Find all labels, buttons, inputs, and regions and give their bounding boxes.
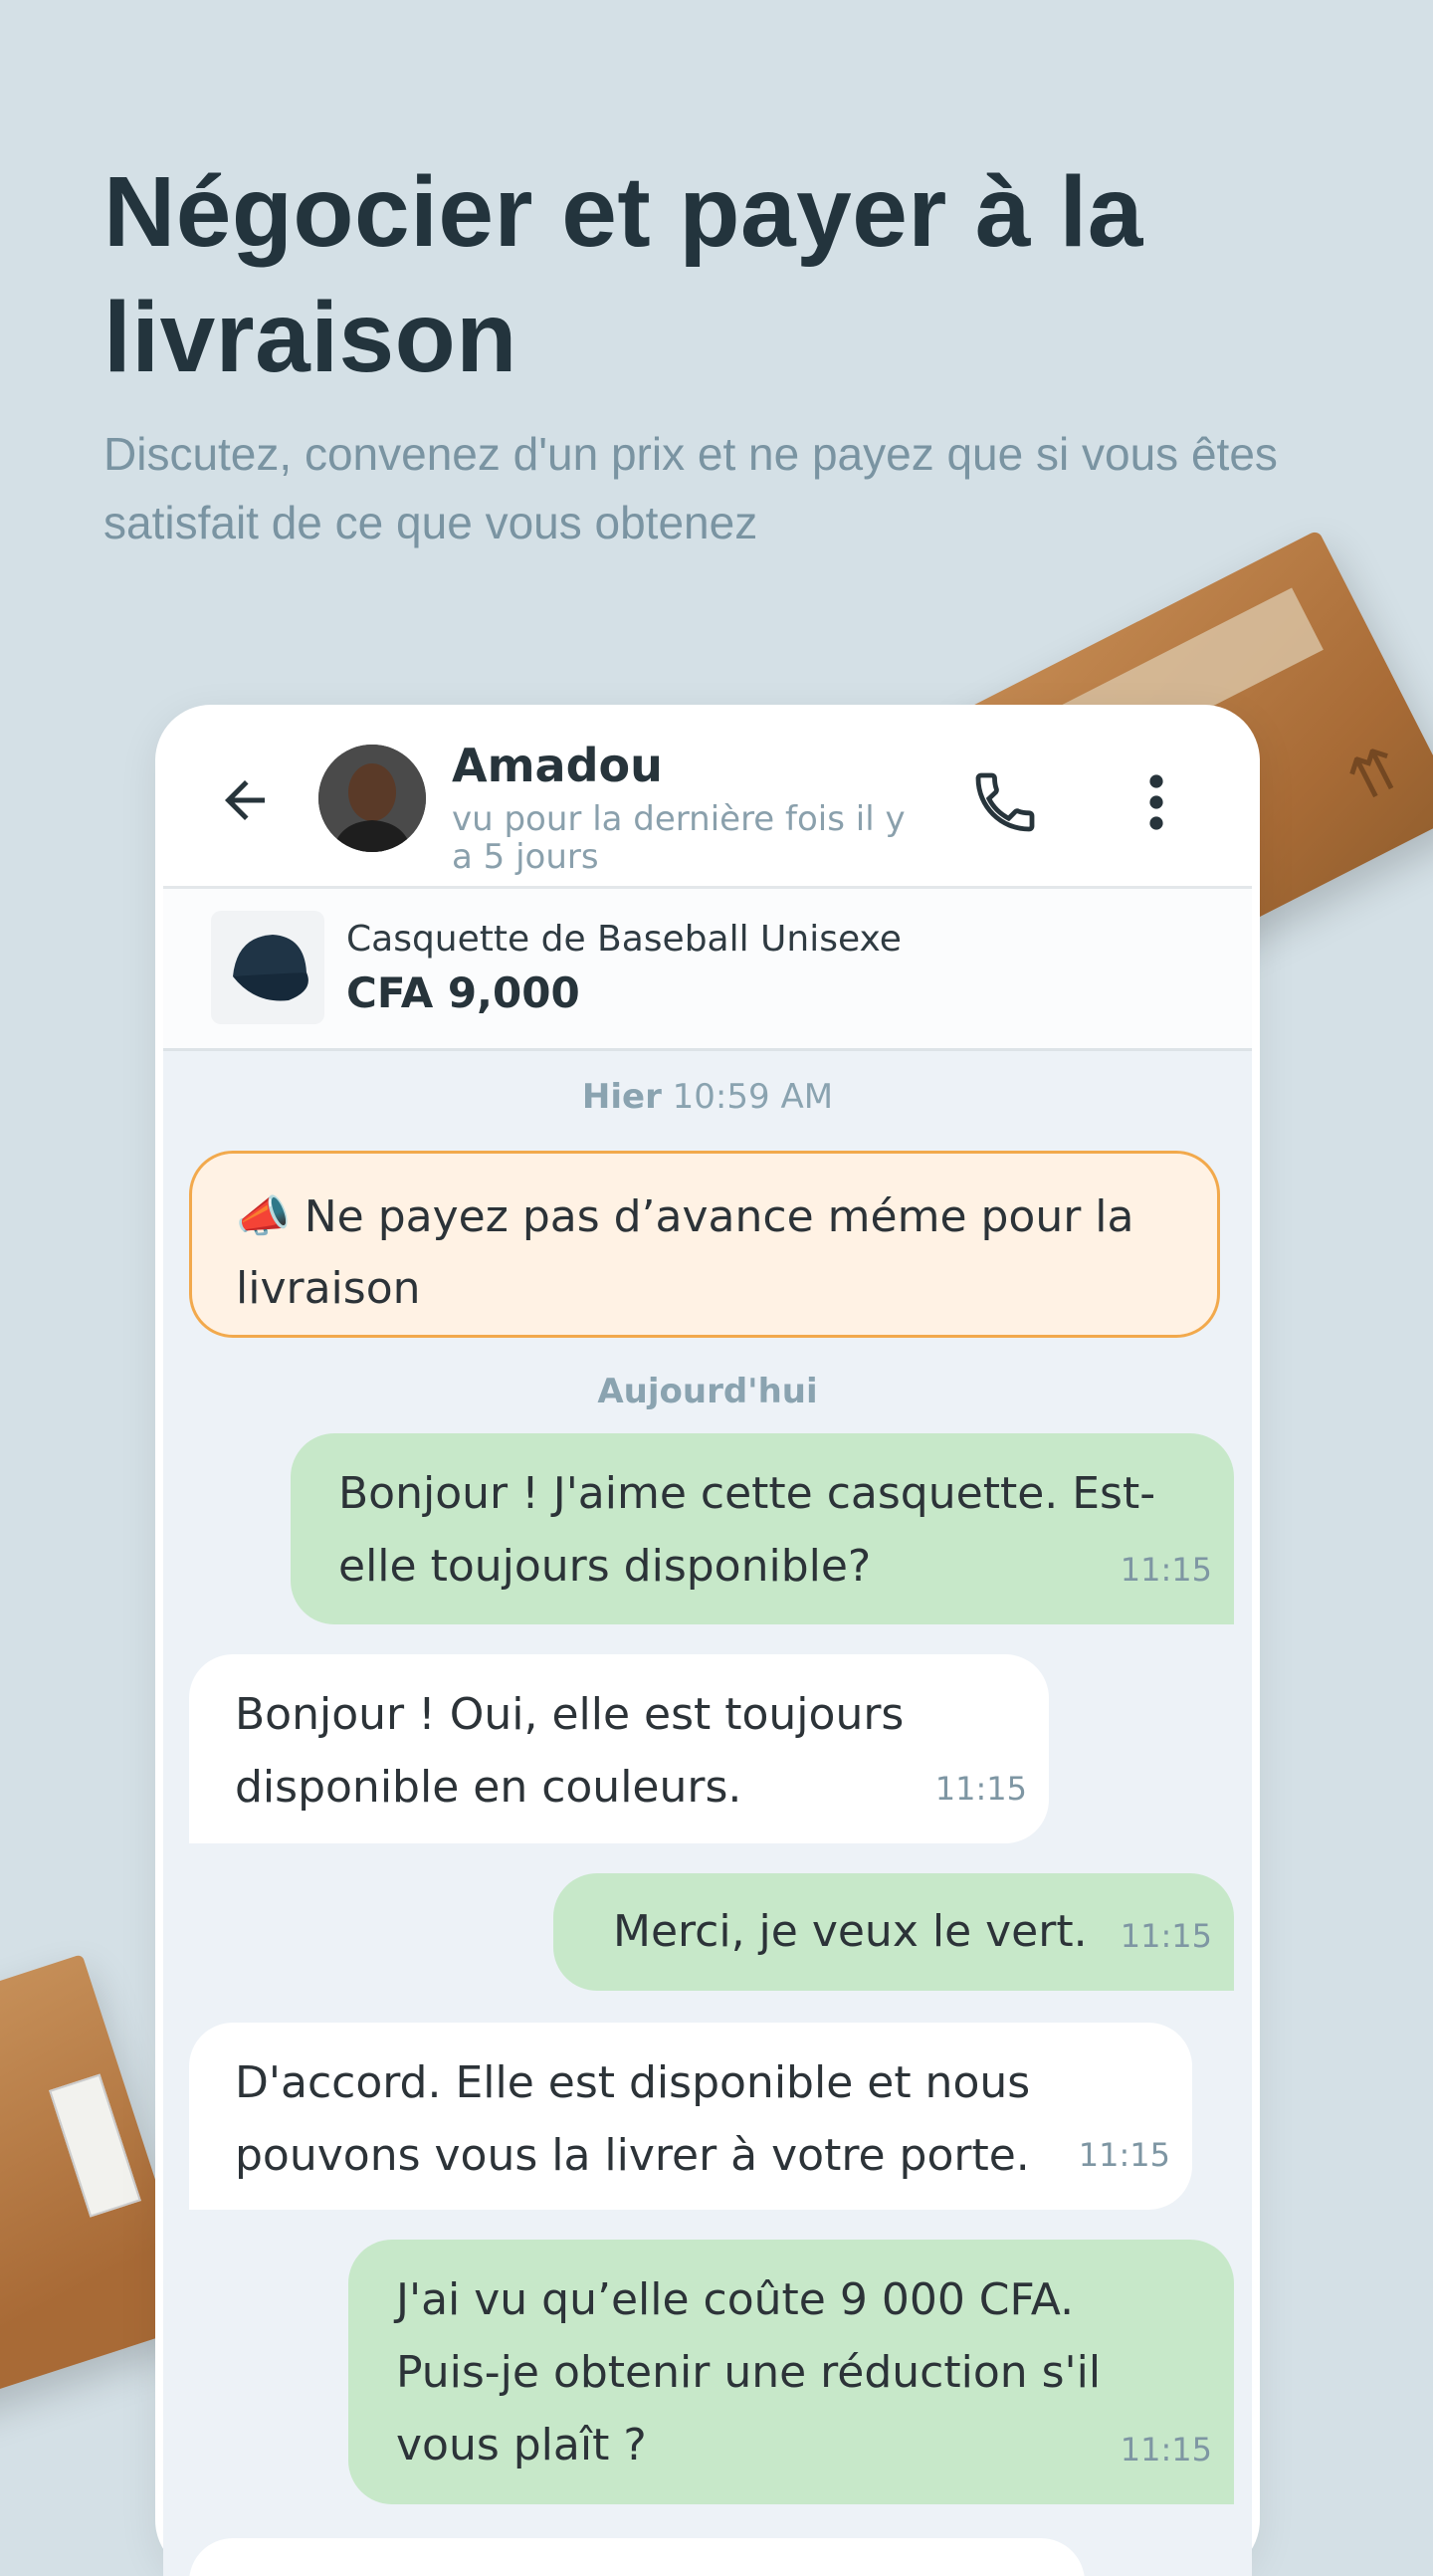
safety-notice: 📣 Ne payez pas d’avance méme pour la liv… [189,1151,1220,1338]
date-separator-today: Aujourd'hui [597,1372,818,1411]
product-banner[interactable]: Casquette de Baseball Unisexe CFA 9,000 [163,889,1252,1051]
last-seen-status: vu pour la dernière fois il y a 5 jours [452,799,906,877]
date-separator-yesterday: Hier 10:59 AM [163,1077,1252,1117]
chat-thread: Hier 10:59 AM 📣 Ne payez pas d’avance mé… [163,1051,1252,2576]
message-time: 11:15 [1120,2431,1212,2469]
message-bubble-outgoing[interactable]: J'ai vu qu’elle coûte 9 000 CFA. Puis-je… [348,2240,1234,2504]
message-text: Bonjour ! Oui, elle est toujours disponi… [235,1689,905,1813]
chat-app-bar: Amadou vu pour la dernière fois il y a 5… [163,705,1252,889]
product-title: Casquette de Baseball Unisexe [346,919,902,960]
message-text: Bonjour ! J'aime cette casquette. Est-el… [338,1468,1156,1592]
message-text: D'accord. Elle est disponible et nous po… [235,2057,1031,2181]
message-bubble-outgoing[interactable]: Merci, je veux le vert. 11:15 [553,1873,1234,1991]
date-separator-day: Hier [581,1077,662,1117]
phone-mockup: Amadou vu pour la dernière fois il y a 5… [155,705,1260,2576]
chat-screen: Amadou vu pour la dernière fois il y a 5… [163,705,1252,2576]
cap-product-image [211,911,324,1024]
hero-subtitle: Discutez, convenez d'un prix et ne payez… [103,428,1278,548]
message-time: 11:15 [1120,1917,1212,1955]
fragile-marks-icon: ⇈ [1335,732,1413,817]
shipping-label [49,2073,141,2218]
message-bubble-incoming[interactable]: Bonjour ! Oui, elle est toujours disponi… [189,1654,1049,1843]
date-separator-time: 10:59 AM [672,1077,834,1117]
message-text: J'ai vu qu’elle coûte 9 000 CFA. Puis-je… [396,2274,1102,2470]
contact-avatar[interactable] [318,745,426,852]
message-bubble-incoming[interactable]: D'accord. Elle est disponible et nous po… [189,2023,1192,2210]
message-time: 11:15 [1078,2136,1170,2174]
message-time: 11:15 [1120,1551,1212,1589]
message-bubble-incoming-partial[interactable] [189,2538,1085,2576]
more-vertical-icon[interactable] [1126,766,1186,838]
message-time: 11:15 [934,1770,1027,1808]
phone-icon[interactable] [969,766,1041,838]
back-arrow-icon[interactable] [215,770,275,830]
hero-title: Négocier et payer à la livraison [103,156,1143,393]
message-bubble-outgoing[interactable]: Bonjour ! J'aime cette casquette. Est-el… [291,1433,1234,1624]
product-price: CFA 9,000 [346,968,580,1017]
message-text: Merci, je veux le vert. [613,1906,1088,1957]
contact-name: Amadou [452,739,663,792]
